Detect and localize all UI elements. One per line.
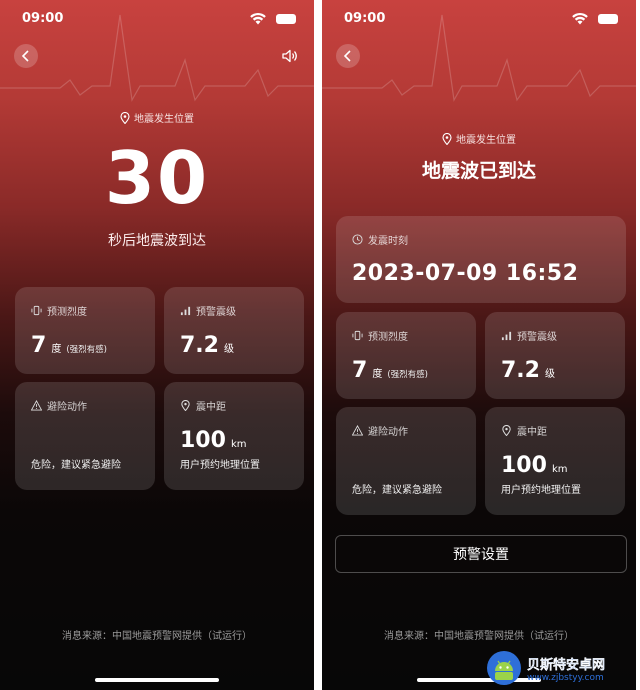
distance-card: 震中距 100 km 用户预约地理位置	[164, 382, 304, 490]
location-pin-icon	[120, 111, 130, 124]
distance-label: 震中距	[196, 402, 226, 413]
home-indicator[interactable]	[95, 678, 219, 682]
action-card: 避险动作 危险，建议紧急避险	[336, 407, 476, 515]
intensity-note: (强烈有感)	[66, 345, 107, 355]
countdown-screen: 09:00 地震发生位置 30 秒后地震波到达 预测烈度 7 度 (强烈有感) …	[0, 0, 314, 690]
vibration-icon	[31, 305, 42, 316]
intensity-label: 预测烈度	[47, 307, 87, 318]
distance-note: 用户预约地理位置	[180, 460, 260, 471]
back-button[interactable]	[14, 44, 38, 68]
intensity-unit: 度	[372, 369, 383, 380]
countdown-seconds: 30	[104, 136, 210, 220]
warning-icon	[352, 425, 363, 436]
wifi-icon	[572, 12, 588, 25]
magnitude-card: 预警震级 7.2 级	[485, 312, 625, 399]
battery-icon	[276, 14, 296, 24]
vibration-icon	[352, 330, 363, 341]
quake-time-card: 发震时刻 2023-07-09 16:52	[336, 216, 626, 303]
action-text: 危险，建议紧急避险	[352, 485, 442, 496]
magnitude-label: 预警震级	[196, 307, 236, 318]
action-label: 避险动作	[47, 402, 87, 413]
signal-bars-icon	[180, 306, 191, 316]
magnitude-value: 7.2	[501, 358, 540, 383]
distance-note: 用户预约地理位置	[501, 485, 581, 496]
location-pin-icon	[502, 425, 511, 436]
distance-value: 100	[501, 453, 547, 478]
distance-unit: km	[551, 464, 568, 475]
magnitude-value: 7.2	[180, 333, 219, 358]
wifi-icon	[250, 12, 266, 25]
magnitude-label: 预警震级	[517, 332, 557, 343]
status-bar: 09:00	[322, 10, 636, 28]
arrived-screen: 09:00 地震发生位置 地震波已到达 发震时刻 2023-07-09 16:5…	[322, 0, 636, 690]
distance-value: 100	[180, 428, 226, 453]
intensity-card: 预测烈度 7 度 (强烈有感)	[336, 312, 476, 399]
message-source: 消息来源：中国地震预警网提供（试运行）	[62, 631, 252, 642]
chevron-left-icon	[21, 50, 29, 62]
alert-settings-button[interactable]: 预警设置	[335, 535, 627, 573]
epicenter-location[interactable]: 地震发生位置	[0, 110, 314, 125]
countdown-caption: 秒后地震波到达	[108, 233, 206, 249]
signal-bars-icon	[501, 331, 512, 341]
android-robot-logo	[487, 651, 521, 685]
magnitude-card: 预警震级 7.2 级	[164, 287, 304, 374]
page-title: 地震波已到达	[421, 160, 536, 182]
back-button[interactable]	[336, 44, 360, 68]
watermark-title: 贝斯特安卓网	[527, 657, 606, 673]
magnitude-unit: 级	[544, 369, 555, 380]
intensity-card: 预测烈度 7 度 (强烈有感)	[15, 287, 155, 374]
status-bar: 09:00	[0, 10, 314, 28]
clock-icon	[352, 234, 363, 245]
watermark-url: www.zjbstyy.com	[527, 672, 604, 683]
watermark-text: 贝斯特安卓网 www.zjbstyy.com	[527, 654, 606, 683]
status-time: 09:00	[22, 11, 64, 26]
chevron-left-icon	[343, 50, 351, 62]
magnitude-unit: 级	[223, 344, 234, 355]
intensity-value: 7	[352, 358, 368, 383]
speaker-icon	[282, 49, 297, 63]
location-pin-icon	[181, 400, 190, 411]
action-label: 避险动作	[368, 427, 408, 438]
epicenter-location[interactable]: 地震发生位置	[322, 131, 636, 146]
distance-label: 震中距	[517, 427, 547, 438]
sound-button[interactable]	[278, 44, 302, 68]
location-pin-icon	[442, 132, 452, 145]
distance-unit: km	[230, 439, 247, 450]
action-card: 避险动作 危险，建议紧急避险	[15, 382, 155, 490]
status-time: 09:00	[344, 11, 386, 26]
intensity-value: 7	[31, 333, 47, 358]
message-source: 消息来源：中国地震预警网提供（试运行）	[384, 631, 574, 642]
intensity-note: (强烈有感)	[387, 370, 428, 380]
location-label: 地震发生位置	[134, 114, 194, 125]
quake-time-label: 发震时刻	[368, 236, 408, 247]
intensity-label: 预测烈度	[368, 332, 408, 343]
action-text: 危险，建议紧急避险	[31, 460, 121, 471]
distance-card: 震中距 100 km 用户预约地理位置	[485, 407, 625, 515]
battery-icon	[598, 14, 618, 24]
location-label: 地震发生位置	[456, 135, 516, 146]
intensity-unit: 度	[51, 344, 62, 355]
quake-time-value: 2023-07-09 16:52	[352, 261, 579, 286]
site-watermark: 贝斯特安卓网 www.zjbstyy.com	[486, 648, 638, 688]
warning-icon	[31, 400, 42, 411]
